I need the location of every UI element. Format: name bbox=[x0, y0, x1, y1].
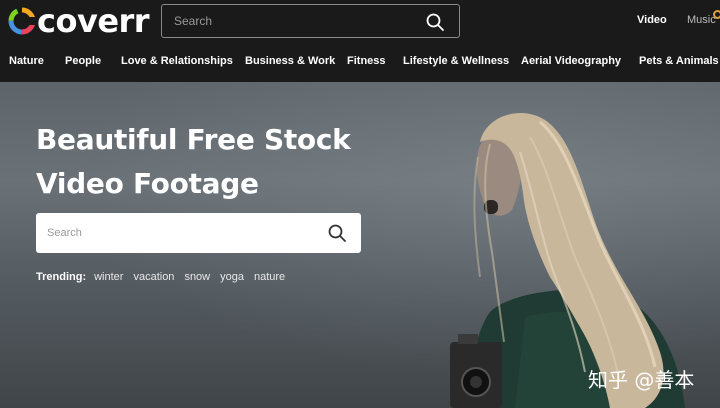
logo-ring-icon bbox=[8, 7, 36, 35]
trending-tag-snow[interactable]: snow bbox=[184, 271, 210, 283]
nav-video-link[interactable]: Video bbox=[637, 14, 667, 26]
new-badge-icon bbox=[713, 10, 720, 19]
category-nature[interactable]: Nature bbox=[9, 55, 44, 67]
header-search-input[interactable] bbox=[162, 5, 412, 37]
category-love-relationships[interactable]: Love & Relationships bbox=[121, 55, 233, 67]
nav-music-link[interactable]: Music bbox=[687, 14, 716, 26]
hero-search-box[interactable] bbox=[36, 213, 361, 253]
header-search-box[interactable] bbox=[161, 4, 460, 38]
trending-tag-winter[interactable]: winter bbox=[94, 271, 123, 283]
category-aerial-videography[interactable]: Aerial Videography bbox=[521, 55, 621, 67]
logo-wordmark: coverr bbox=[37, 2, 150, 40]
trending-label: Trending: bbox=[36, 271, 87, 283]
trending-tag-vacation[interactable]: vacation bbox=[133, 271, 174, 283]
category-people[interactable]: People bbox=[65, 55, 101, 67]
hero-search-input[interactable] bbox=[36, 213, 316, 253]
trending-tags: Trending: winter vacation snow yoga natu… bbox=[36, 271, 295, 283]
trending-tag-yoga[interactable]: yoga bbox=[220, 271, 244, 283]
coverr-logo[interactable]: coverr bbox=[8, 2, 150, 40]
category-pets-animals[interactable]: Pets & Animals bbox=[639, 55, 719, 67]
hero-heading-line-2: Video Footage bbox=[36, 167, 259, 200]
category-bar: Nature People Love & Relationships Busin… bbox=[0, 44, 720, 82]
category-lifestyle-wellness[interactable]: Lifestyle & Wellness bbox=[403, 55, 509, 67]
trending-tag-nature[interactable]: nature bbox=[254, 271, 285, 283]
category-fitness[interactable]: Fitness bbox=[347, 55, 386, 67]
search-icon[interactable] bbox=[425, 12, 445, 32]
hero-heading-line-1: Beautiful Free Stock bbox=[36, 123, 351, 156]
watermark-text: 知乎 @善本 bbox=[588, 368, 695, 392]
hero-section: Beautiful Free Stock Video Footage Trend… bbox=[0, 82, 720, 408]
category-business-work[interactable]: Business & Work bbox=[245, 55, 335, 67]
search-icon[interactable] bbox=[327, 223, 347, 243]
hero-woman-with-camera-image bbox=[450, 112, 685, 408]
top-bar: coverr Video Music bbox=[0, 0, 720, 44]
hero-heading: Beautiful Free Stock Video Footage bbox=[36, 118, 376, 206]
